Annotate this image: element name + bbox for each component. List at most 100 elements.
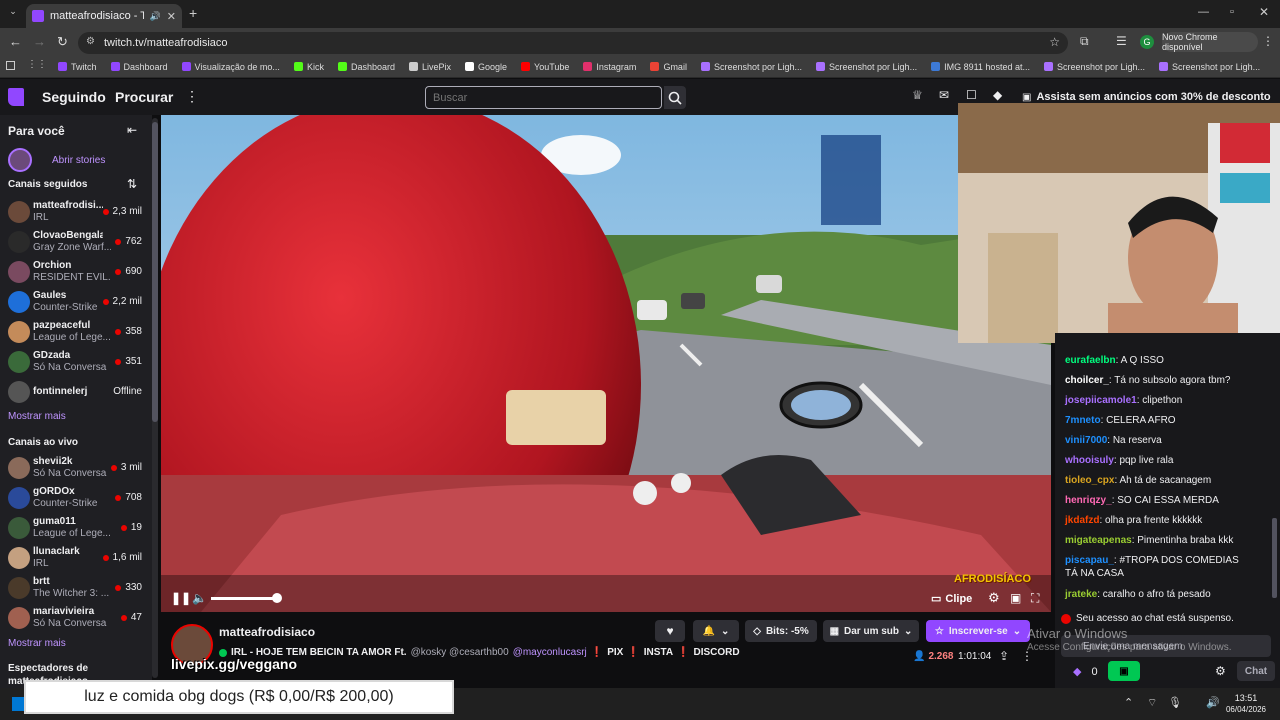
show-more-live[interactable]: Mostrar mais [8,638,66,649]
fullscreen-icon[interactable]: ⛶ [1031,591,1039,606]
turbo-promo[interactable]: ▣ Assista sem anúncios com 30% de descon… [1022,91,1271,103]
title-link-pix[interactable]: PIX [607,647,623,658]
search-input[interactable] [425,86,662,109]
bookmark-item[interactable]: Gmail [650,62,687,72]
forward-icon[interactable]: → [33,34,46,49]
volume-tray-icon[interactable]: 🔊 [1206,696,1220,709]
new-tab-button[interactable]: + [189,5,197,21]
settings-icon[interactable]: ⚙ [988,590,1000,606]
bookmark-item[interactable]: Screenshot por Ligh... [1043,62,1145,72]
chat-username[interactable]: jrateke [1065,589,1097,600]
bookmark-item[interactable]: IMG 8911 hosted at... [931,62,1030,72]
title-link-insta[interactable]: INSTA [644,647,673,658]
gift-sub-button[interactable]: ▦ Dar um sub ⌄ [823,620,919,642]
bits-button[interactable]: ◇ Bits: -5% [745,620,817,642]
sidebar-channel-item[interactable]: fontinnelerj Offline [0,377,150,407]
chat-username[interactable]: whooisuly [1065,455,1114,466]
chat-username[interactable]: eurafaelbn [1065,355,1116,366]
bookmark-item[interactable]: Dashboard [110,62,168,72]
bookmark-item[interactable]: Google [465,62,507,72]
whispers-icon[interactable]: ☐ [966,88,977,102]
sidebar-channel-item[interactable]: gORDOx Counter-Strike 708 [0,483,150,513]
bookmark-item[interactable]: Instagram [583,62,636,72]
sidebar-channel-item[interactable]: Orchion RESIDENT EVIL... 690 [0,257,150,287]
show-more-followed[interactable]: Mostrar mais [8,411,66,422]
bookmark-item[interactable]: YouTube [521,62,569,72]
share-icon[interactable]: ⇪ [999,649,1009,663]
sidebar-channel-item[interactable]: guma011 League of Lege... 19 [0,513,150,543]
microphone-icon[interactable]: 🎙 [1168,696,1182,709]
bookmark-item[interactable]: Screenshot por Ligh... [816,62,917,72]
nav-following[interactable]: Seguindo [42,89,106,105]
title-highlight[interactable]: @mayconlucasrj [513,647,587,658]
sort-icon[interactable]: ⇅ [127,177,137,191]
bookmark-item[interactable]: Screenshot por Ligh... [1159,62,1260,72]
volume-slider[interactable] [211,593,282,603]
minimize-button[interactable]: — [1198,6,1209,18]
sidebar-scrollbar[interactable] [152,118,158,678]
restore-button[interactable]: ▫ [1230,6,1234,18]
network-icon[interactable]: ⌔ [1147,696,1157,710]
sidebar-channel-item[interactable]: shevii2k Só Na Conversa 3 mil [0,453,150,483]
clock-date[interactable]: 06/04/2026 [1222,705,1270,714]
chrome-menu-icon[interactable]: ⋮ [1262,34,1274,48]
sidebar-channel-item[interactable]: matteafrodisi... IRL 2,3 mil [0,197,150,227]
points-display[interactable]: ◆ 0 [1073,665,1098,679]
browser-tab[interactable]: matteafrodisiaco - Twitch 🔊 ✕ [26,4,182,28]
theatre-mode-icon[interactable]: ▣ [1010,591,1021,605]
subscribe-button[interactable]: ☆ Inscrever-se ⌄ [926,620,1030,642]
title-link-discord[interactable]: DISCORD [694,647,740,658]
follow-button[interactable]: ♥ [655,620,685,642]
chat-settings-icon[interactable]: ⚙ [1215,664,1226,678]
sidebar-channel-item[interactable]: llunaclark IRL 1,6 mil [0,543,150,573]
crown-icon[interactable]: ♕ [912,88,923,102]
pause-icon[interactable]: ❚❚ [171,591,191,605]
bits-icon[interactable]: ◆ [993,88,1002,102]
apps-icon[interactable] [6,61,15,70]
bookmark-item[interactable]: Screenshot por Ligh... [700,62,802,72]
address-bar[interactable]: ⚙ twitch.tv/matteafrodisiaco ☆ [78,32,1068,54]
update-chrome-button[interactable]: Novo Chrome disponível [1162,32,1258,52]
sidebar-channel-item[interactable]: pazpeaceful League of Lege... 358 [0,317,150,347]
chat-username[interactable]: henriqzy_ [1065,495,1112,506]
bookmark-item[interactable]: Visualização de mo... [181,62,280,72]
clip-button[interactable]: ▭ Clipe [931,592,972,606]
sidebar-channel-item[interactable]: mariavivieira Só Na Conversa 47 [0,603,150,633]
more-menu-icon[interactable]: ⋮ [185,88,199,105]
sidebar-channel-item[interactable]: ClovaoBengala Gray Zone Warf... 762 [0,227,150,257]
sidebar-channel-item[interactable]: GDzada Só Na Conversa 351 [0,347,150,377]
clock-time[interactable]: 13:51 [1222,693,1270,703]
reload-icon[interactable]: ↻ [57,34,68,50]
chat-username[interactable]: piscapau_ [1065,555,1114,566]
chat-username[interactable]: migateapenas [1065,535,1132,546]
close-window-button[interactable]: ✕ [1259,5,1269,19]
bookmark-item[interactable]: LivePix [408,62,451,72]
chat-username[interactable]: 7mneto [1065,415,1101,426]
twitch-logo-icon[interactable] [8,88,24,106]
chat-username[interactable]: tioleo_cpx [1065,475,1114,486]
video-player[interactable]: AFRODISÍACO ❚❚ 🔈 ▭ Clipe ⚙ ▣ ⛶ [161,115,1051,612]
stories-button[interactable]: Abrir stories [8,148,105,172]
bookmark-item[interactable]: Twitch [58,62,97,72]
channel-name[interactable]: matteafrodisiaco [219,625,315,639]
chat-username[interactable]: vinii7000 [1065,435,1107,446]
extensions-icon[interactable]: ⧉ [1080,34,1089,49]
profile-avatar[interactable]: G [1140,35,1154,49]
volume-icon[interactable]: 🔈 [192,591,207,605]
bookmark-item[interactable]: Dashboard [337,62,395,72]
tray-chevron-icon[interactable]: ⌃ [1124,696,1133,709]
chat-scrollbar[interactable] [1272,518,1277,598]
close-tab-icon[interactable]: ✕ [167,10,176,23]
chat-username[interactable]: choilcer_ [1065,375,1109,386]
search-button[interactable] [664,86,686,109]
chat-username[interactable]: jkdafzd [1065,515,1099,526]
media-control-icon[interactable]: ☰ [1116,34,1127,48]
back-icon[interactable]: ← [9,34,22,49]
chat-username[interactable]: josepiicamole1 [1065,395,1137,406]
site-info-icon[interactable]: ⚙ [86,36,95,47]
notifications-button[interactable]: 🔔 ⌄ [693,620,739,642]
gift-points-button[interactable]: ▣ [1108,661,1140,681]
tab-search-button[interactable]: ⌄ [6,6,20,20]
grid-icon[interactable]: ⋮⋮ [27,59,47,70]
sidebar-channel-item[interactable]: Gaules Counter-Strike 2,2 mil [0,287,150,317]
